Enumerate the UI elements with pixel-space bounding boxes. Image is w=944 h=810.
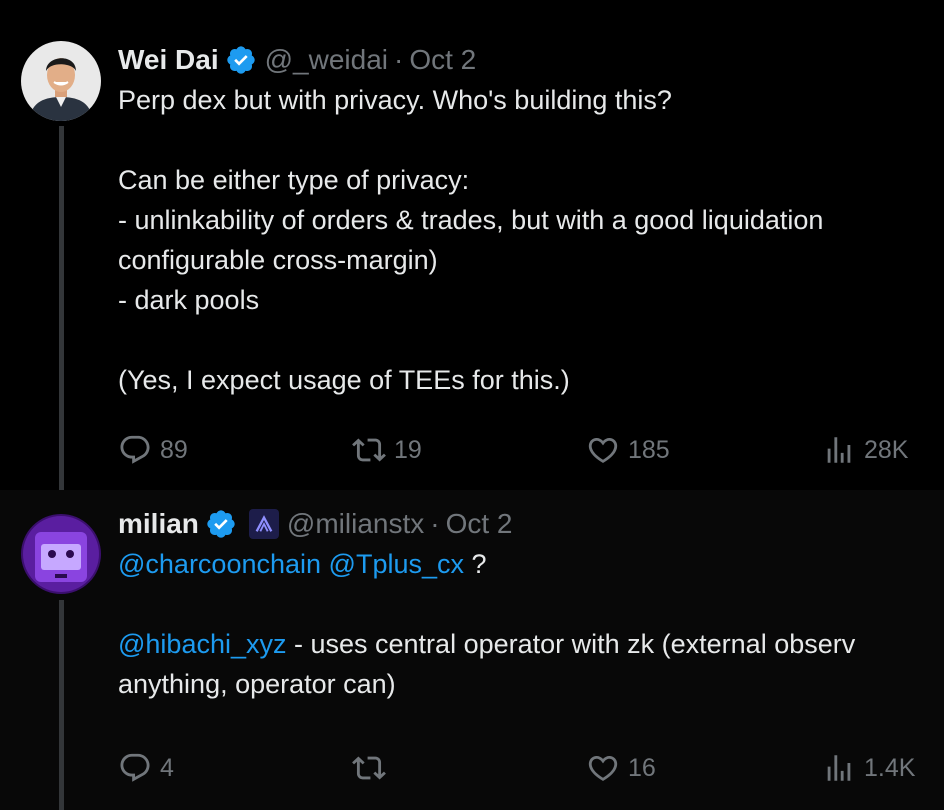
heart-icon	[588, 755, 618, 781]
author-handle[interactable]: @milianstx	[287, 508, 424, 540]
like-button[interactable]: 185	[586, 430, 670, 470]
retweet-icon	[352, 438, 386, 462]
mention-link[interactable]: @charcoonchain	[118, 549, 321, 579]
tweet-date[interactable]: Oct 2	[409, 44, 476, 76]
separator-dot: ·	[394, 44, 404, 75]
tweet-weidai[interactable]: Wei Dai @_weidai · Oct 2 Perp dex but wi…	[0, 0, 944, 490]
verified-badge-icon	[207, 510, 235, 538]
reply-icon	[120, 753, 150, 782]
verified-badge-icon	[226, 46, 255, 74]
retweet-button[interactable]	[352, 748, 394, 788]
heart-icon	[588, 437, 618, 463]
views-button[interactable]: 28K	[822, 430, 908, 470]
author-name[interactable]: milian	[118, 508, 199, 540]
tweet-text: - uses central operator with zk (externa…	[286, 629, 856, 659]
tweet-text: ?	[471, 549, 487, 579]
tweet-milian[interactable]: milian @milianstx · Oct 2 @charcoonchain…	[0, 490, 944, 810]
reply-icon	[120, 435, 150, 464]
tweet-content: Wei Dai @_weidai · Oct 2 Perp dex but wi…	[118, 40, 944, 400]
reply-button[interactable]: 89	[118, 430, 188, 470]
tweet-actions: 4 16 1.4K	[118, 748, 918, 788]
retweet-icon	[352, 756, 386, 780]
tweet-body: @charcoonchain @Tplus_cx ? @hibachi_xyz …	[118, 544, 944, 704]
tweet-line: (Yes, I expect usage of TEEs for this.)	[118, 365, 570, 395]
tweet-body: Perp dex but with privacy. Who's buildin…	[118, 80, 944, 400]
tweet-line: configurable cross-margin)	[118, 245, 438, 275]
tweet-line: - unlinkability of orders & trades, but …	[118, 205, 824, 235]
thread-connector	[59, 600, 64, 810]
author-handle[interactable]: @_weidai	[265, 44, 388, 76]
tweet-date[interactable]: Oct 2	[446, 508, 513, 540]
reply-button[interactable]: 4	[118, 748, 174, 788]
thread-connector	[59, 126, 64, 490]
reply-count: 4	[160, 753, 174, 782]
tweet-line: anything, operator can)	[118, 669, 396, 699]
retweet-count: 19	[394, 435, 422, 464]
tweet-line: @charcoonchain @Tplus_cx ?	[118, 544, 944, 584]
views-icon	[827, 437, 851, 463]
views-count: 28K	[864, 435, 909, 464]
like-button[interactable]: 16	[586, 748, 656, 788]
views-count: 1.4K	[864, 753, 916, 782]
views-icon	[827, 755, 851, 781]
separator-dot: ·	[430, 508, 440, 539]
author-name[interactable]: Wei Dai	[118, 44, 219, 76]
reply-count: 89	[160, 435, 188, 464]
avatar-milian[interactable]	[21, 514, 101, 594]
like-count: 16	[628, 753, 656, 782]
mention-link[interactable]: @Tplus_cx	[329, 549, 464, 579]
tweet-line: @hibachi_xyz - uses central operator wit…	[118, 624, 944, 664]
tweet-thread: Wei Dai @_weidai · Oct 2 Perp dex but wi…	[0, 0, 944, 810]
views-button[interactable]: 1.4K	[822, 748, 915, 788]
tweet-header: milian @milianstx · Oct 2	[118, 504, 944, 544]
tweet-content: milian @milianstx · Oct 2 @charcoonchain…	[118, 504, 944, 704]
avatar-weidai[interactable]	[21, 41, 101, 121]
tweet-line: Perp dex but with privacy. Who's buildin…	[118, 85, 672, 115]
retweet-button[interactable]: 19	[352, 430, 422, 470]
like-count: 185	[628, 435, 670, 464]
tweet-header: Wei Dai @_weidai · Oct 2	[118, 40, 944, 80]
tweet-line: Can be either type of privacy:	[118, 165, 470, 195]
affiliate-badge-icon[interactable]	[248, 509, 279, 539]
tweet-line: - dark pools	[118, 285, 260, 315]
mention-link[interactable]: @hibachi_xyz	[118, 629, 287, 659]
tweet-actions: 89 19 185 28K	[118, 430, 918, 470]
